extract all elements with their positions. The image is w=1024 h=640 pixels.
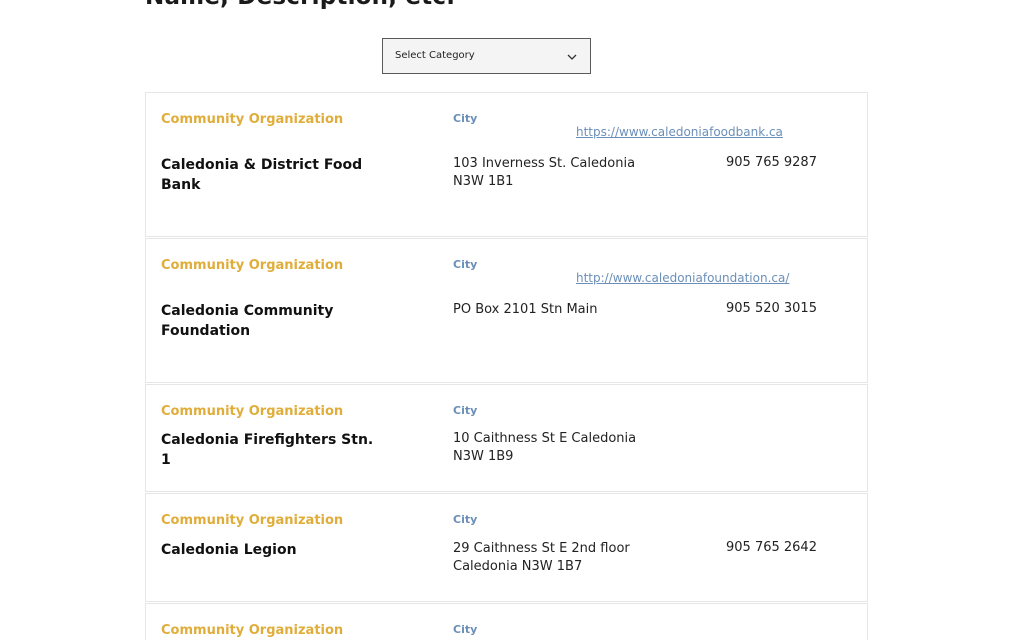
listing-category: Community Organization (161, 513, 344, 528)
listing-card: Community Organization City Caledonia Le… (145, 493, 868, 602)
listing-phone: 905 765 9287 (726, 155, 817, 170)
listing-card: Community Organization City (145, 603, 868, 640)
listing-address: 10 Caithness St E Caledonia N3W 1B9 (453, 431, 637, 464)
listing-website-link[interactable]: https://www.caledoniafoodbank.ca (576, 125, 783, 139)
listing-phone: 905 520 3015 (726, 301, 817, 316)
listing-phone: 905 765 2642 (726, 540, 817, 555)
listing-name: Caledonia & District Food Bank (161, 157, 363, 193)
listing-category: Community Organization (161, 404, 344, 419)
listing-card: Community Organization City Caledonia Fi… (145, 384, 868, 492)
listing-address: PO Box 2101 Stn Main (453, 302, 598, 317)
listing-address: 29 Caithness St E 2nd floor Caledonia N3… (453, 541, 630, 574)
listing-card: Community Organization City https://www.… (145, 92, 868, 237)
listing-category: Community Organization (161, 623, 344, 638)
listing-website-link[interactable]: http://www.caledoniafoundation.ca/ (576, 271, 789, 285)
listing-name: Caledonia Community Foundation (161, 303, 334, 339)
listing-city-label: City (453, 112, 478, 125)
listing-city-label: City (453, 513, 478, 526)
page-heading: Name, Description, etc. (145, 0, 455, 10)
listing-card: Community Organization City http://www.c… (145, 238, 868, 383)
listing-address: 103 Inverness St. Caledonia N3W 1B1 (453, 156, 636, 189)
listing-category: Community Organization (161, 112, 344, 127)
listing-category: Community Organization (161, 258, 344, 273)
category-select-value: Select Category (395, 50, 475, 61)
listing-name: Caledonia Firefighters Stn. 1 (161, 432, 374, 468)
category-select[interactable]: Select Category (382, 38, 591, 74)
chevron-down-icon (567, 54, 577, 60)
listing-city-label: City (453, 258, 478, 271)
listing-city-label: City (453, 623, 478, 636)
listing-name: Caledonia Legion (161, 542, 297, 558)
listing-city-label: City (453, 404, 478, 417)
